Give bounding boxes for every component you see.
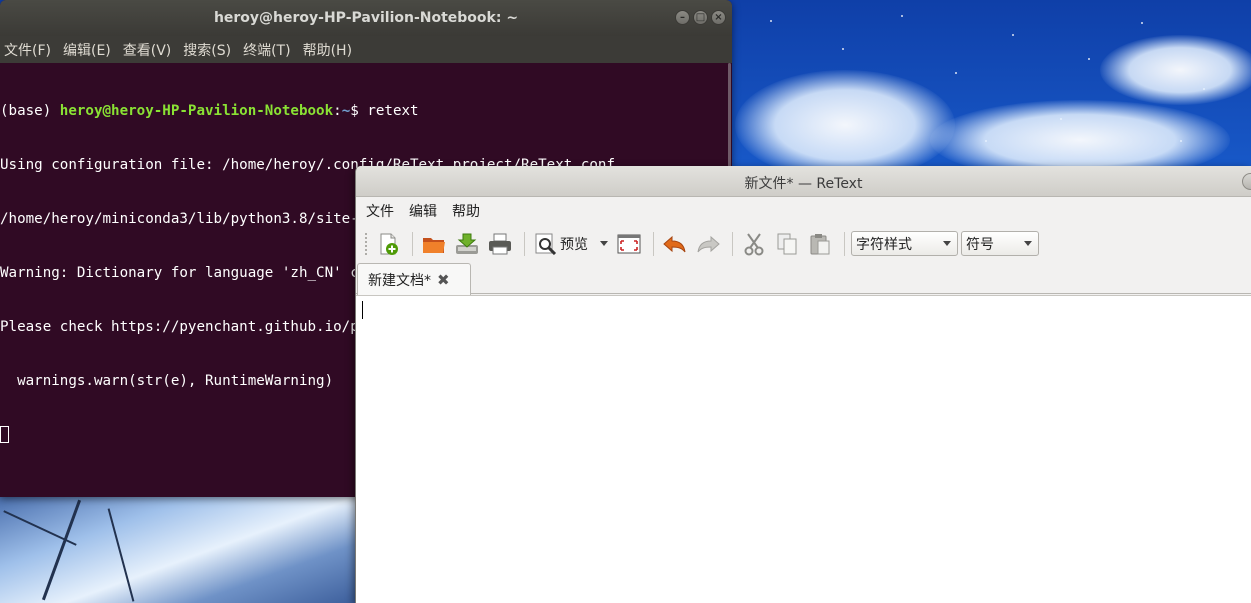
- print-button[interactable]: [485, 229, 515, 259]
- preview-button[interactable]: 预览: [531, 229, 592, 259]
- wallpaper-figure: [0, 497, 356, 603]
- menu-help[interactable]: 帮助: [452, 201, 480, 221]
- redo-icon: [697, 235, 720, 252]
- window-controls: – □ ×: [675, 10, 726, 25]
- cut-button[interactable]: [739, 229, 769, 259]
- fullscreen-icon: [617, 234, 641, 253]
- preview-dropdown-arrow[interactable]: [600, 241, 608, 246]
- minimize-button[interactable]: –: [675, 10, 690, 25]
- prompt-line: (base) heroy@heroy-HP-Pavilion-Notebook:…: [0, 102, 732, 120]
- open-folder-icon: [423, 237, 445, 253]
- menu-edit[interactable]: 编辑(E): [63, 40, 111, 60]
- undo-button[interactable]: [660, 229, 690, 259]
- menu-help[interactable]: 帮助(H): [303, 40, 352, 60]
- prompt-user-host: heroy@heroy-HP-Pavilion-Notebook: [59, 103, 334, 119]
- paste-button[interactable]: [805, 229, 835, 259]
- terminal-scrollbar-thumb[interactable]: [728, 63, 731, 173]
- chevron-down-icon: [943, 241, 951, 246]
- format-combo-value: 字符样式: [856, 236, 912, 253]
- new-document-icon: [380, 233, 398, 255]
- preview-label: 预览: [560, 236, 588, 253]
- save-icon: [456, 233, 478, 254]
- save-button[interactable]: [452, 229, 482, 259]
- redo-button[interactable]: [693, 229, 723, 259]
- text-caret: [362, 301, 363, 319]
- toolbar-grip[interactable]: [364, 231, 368, 256]
- menu-file[interactable]: 文件: [366, 201, 394, 221]
- fullscreen-button[interactable]: [614, 229, 644, 259]
- document-tabbar: 新建文档* ✖: [356, 262, 1251, 295]
- print-icon: [489, 233, 511, 254]
- paste-icon: [810, 233, 830, 254]
- toolbar-separator: [653, 231, 654, 256]
- toolbar-separator: [524, 231, 525, 256]
- retext-title: 新文件* — ReText: [744, 176, 863, 192]
- terminal-cursor: [0, 426, 9, 443]
- preview-icon: [535, 233, 557, 255]
- terminal-menubar: 文件(F) 编辑(E) 查看(V) 搜索(S) 终端(T) 帮助(H): [0, 36, 732, 63]
- prompt-colon: :: [333, 103, 342, 119]
- copy-icon: [777, 233, 797, 254]
- toolbar-separator: [844, 231, 845, 256]
- prompt-path: ~: [341, 103, 351, 119]
- format-combo[interactable]: 字符样式: [851, 231, 958, 256]
- tab-new-document[interactable]: 新建文档* ✖: [357, 263, 471, 295]
- toolbar-separator: [412, 231, 413, 256]
- copy-button[interactable]: [772, 229, 802, 259]
- open-button[interactable]: [419, 229, 449, 259]
- symbol-combo[interactable]: 符号: [961, 231, 1039, 256]
- close-button[interactable]: ×: [711, 10, 726, 25]
- prompt-dollar: $: [350, 103, 368, 119]
- symbol-combo-value: 符号: [966, 236, 994, 253]
- command-text: retext: [367, 103, 419, 119]
- retext-toolbar: 预览 字符样式 符号: [356, 225, 1251, 262]
- chevron-down-icon: [1024, 241, 1032, 246]
- new-document-button[interactable]: [373, 229, 403, 259]
- tab-label: 新建文档*: [368, 272, 431, 289]
- terminal-title: heroy@heroy-HP-Pavilion-Notebook: ~: [213, 10, 519, 26]
- menu-edit[interactable]: 编辑: [409, 201, 437, 221]
- cut-icon: [744, 232, 764, 255]
- retext-window[interactable]: 新文件* — ReText 文件 编辑 帮助 预览 字符样式 符号 新建文档* …: [355, 166, 1251, 603]
- menu-view[interactable]: 查看(V): [123, 40, 172, 60]
- retext-menubar: 文件 编辑 帮助: [356, 197, 1251, 225]
- retext-titlebar[interactable]: 新文件* — ReText: [356, 166, 1251, 197]
- menu-search[interactable]: 搜索(S): [183, 40, 231, 60]
- prompt-env: (base): [0, 103, 60, 119]
- menu-terminal[interactable]: 终端(T): [243, 40, 290, 60]
- undo-icon: [663, 235, 686, 252]
- close-icon[interactable]: ✖: [437, 271, 450, 289]
- maximize-button[interactable]: □: [693, 10, 708, 25]
- toolbar-separator: [732, 231, 733, 256]
- menu-file[interactable]: 文件(F): [4, 40, 51, 60]
- terminal-titlebar[interactable]: heroy@heroy-HP-Pavilion-Notebook: ~ – □ …: [0, 0, 732, 36]
- editor-textarea[interactable]: [356, 295, 1251, 603]
